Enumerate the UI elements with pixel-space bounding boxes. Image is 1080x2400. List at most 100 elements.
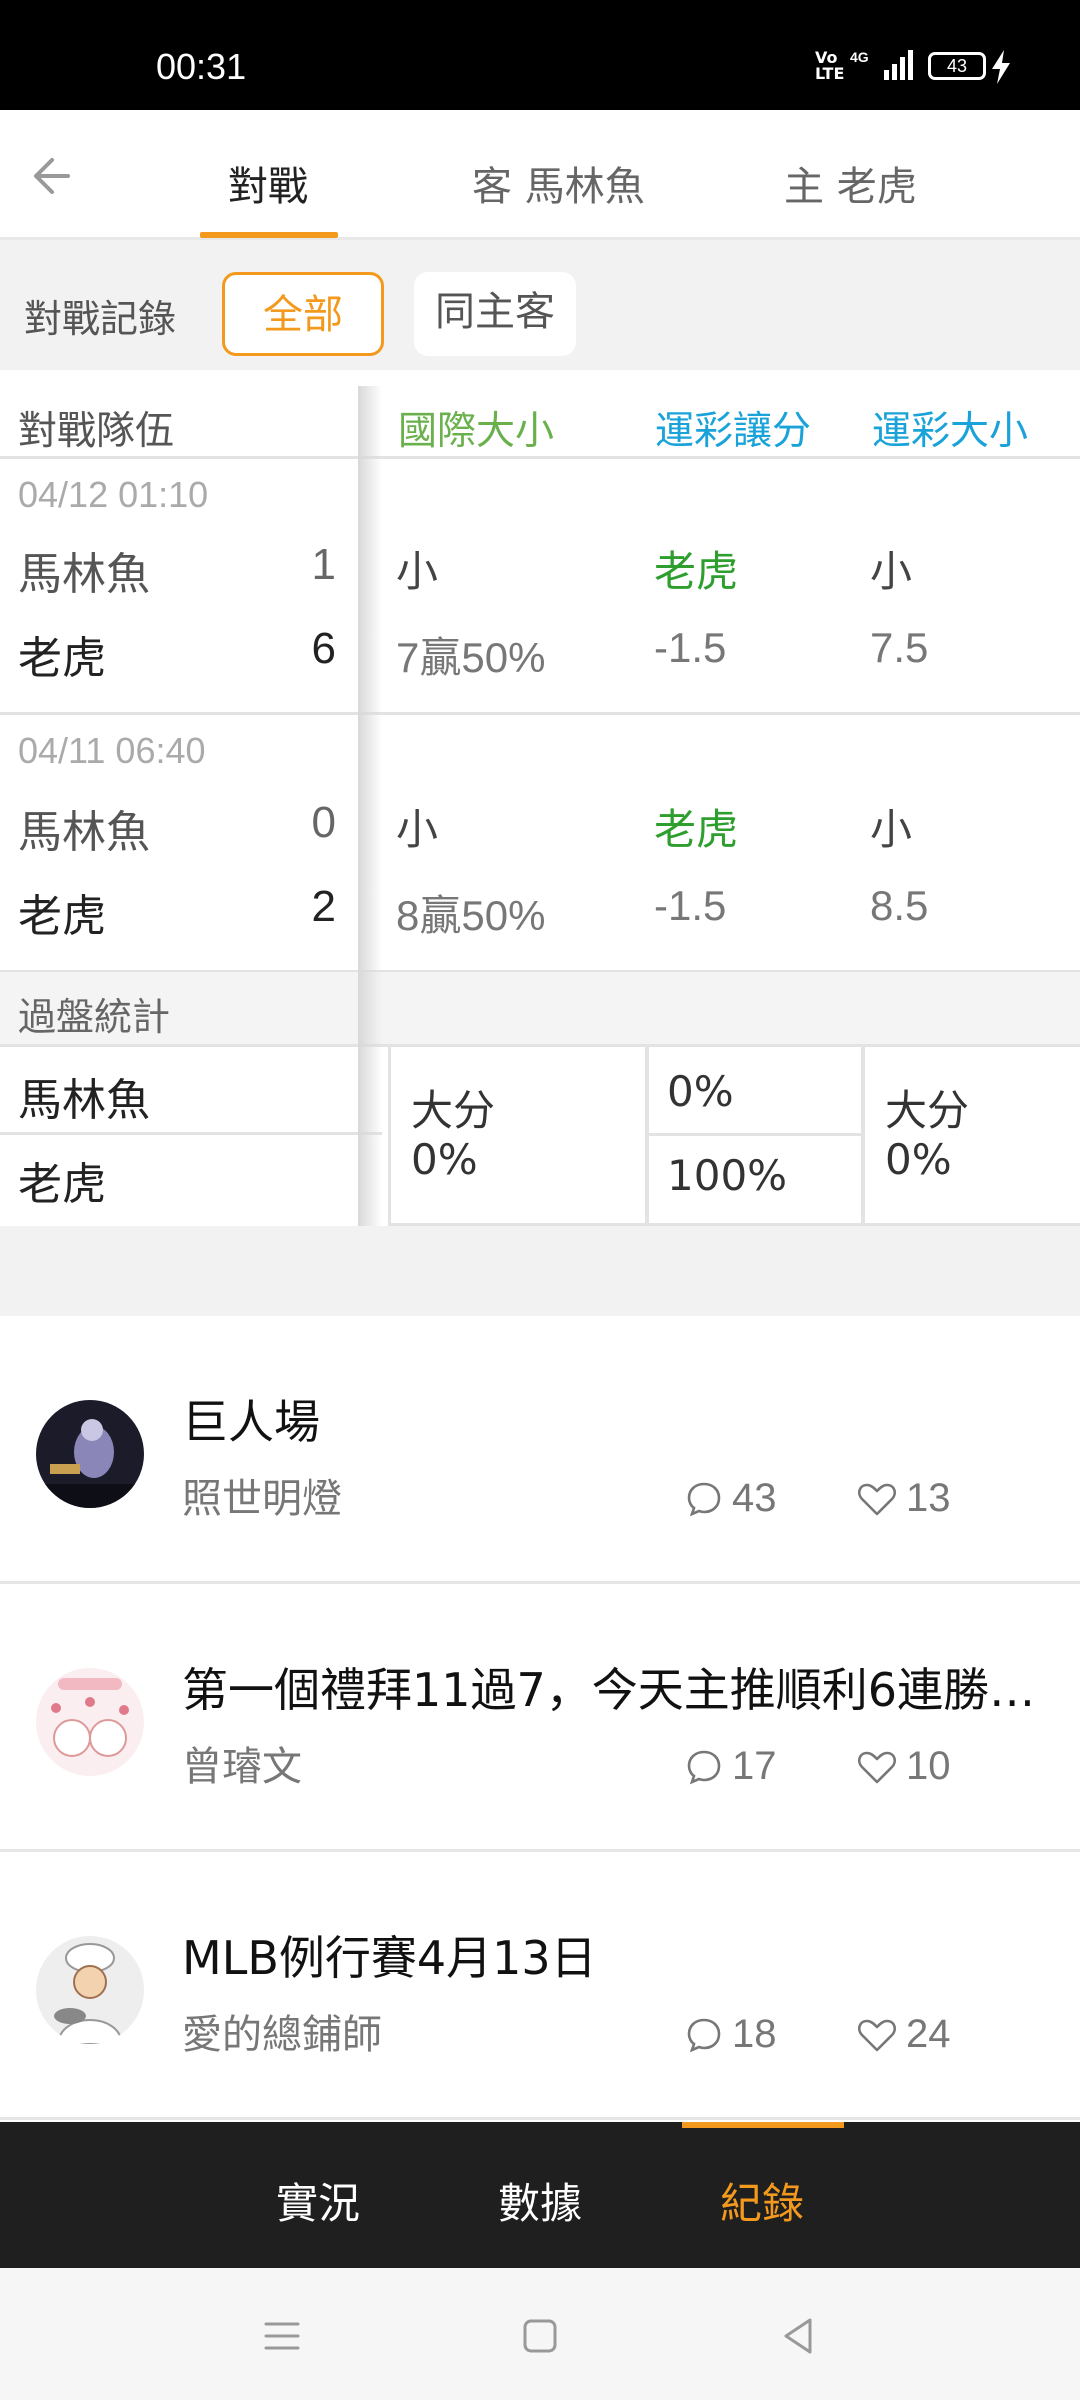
spread-line: -1.5 <box>654 624 727 671</box>
matchup-table: 對戰隊伍 國際大小 運彩讓分 運彩大小 04/12 01:10 馬林魚 1 老虎… <box>0 370 1080 1226</box>
comment-count: 18 <box>684 2012 777 2057</box>
header-team: 對戰隊伍 <box>18 409 175 454</box>
like-count[interactable]: 10 <box>856 1744 951 1789</box>
menu-icon[interactable] <box>258 2312 306 2360</box>
stats-spread-box: 0% 100% <box>646 1044 864 1226</box>
post-author[interactable]: 曾璿文 <box>182 1734 302 1792</box>
away-score: 0 <box>311 798 336 847</box>
back-arrow-icon[interactable] <box>22 150 74 202</box>
spread-line: -1.5 <box>654 882 727 929</box>
home-score: 2 <box>311 882 336 931</box>
filter-same-venue-chip[interactable]: 同主客 <box>414 272 576 356</box>
post-title[interactable]: 巨人場 <box>182 1386 1052 1452</box>
comment-count: 43 <box>684 1476 777 1521</box>
post-title[interactable]: MLB例行賽4月13日 <box>182 1922 1052 1988</box>
stats-home-team: 老虎 <box>18 1159 106 1210</box>
total-result: 小 <box>870 805 913 854</box>
like-count-value: 13 <box>906 1476 951 1520</box>
comment-icon <box>687 2018 721 2052</box>
intl-line: 8贏50% <box>396 892 546 939</box>
active-tab-indicator <box>200 232 338 238</box>
heart-icon <box>857 2019 897 2051</box>
spread-result: 老虎 <box>654 547 739 596</box>
stats-intl-value: 0% <box>411 1135 478 1184</box>
battery-icon: 43 <box>928 52 986 80</box>
comment-count: 17 <box>684 1744 777 1789</box>
stats-intl-box: 大分 0% <box>388 1044 648 1226</box>
like-count-value: 10 <box>906 1744 951 1788</box>
header-sports-spread: 運彩讓分 <box>655 409 812 454</box>
post-item[interactable]: 第一個禮拜11過7，今天主推順利6連勝… 曾璿文 17 10 <box>0 1584 1080 1852</box>
bottom-tab-bar: 實況 數據 紀錄 <box>0 2122 1080 2268</box>
tab-matchup[interactable]: 對戰 <box>228 154 308 212</box>
like-count[interactable]: 24 <box>856 2012 951 2057</box>
intl-line: 7贏50% <box>396 634 546 681</box>
away-team-name: 馬林魚 <box>18 807 150 858</box>
status-bar: 00:31 Vo LTE 4G 43 <box>0 0 1080 110</box>
post-title[interactable]: 第一個禮拜11過7，今天主推順利6連勝… <box>182 1654 1052 1720</box>
avatar[interactable] <box>36 1400 144 1508</box>
stats-title: 過盤統計 <box>18 995 171 1039</box>
header-sports-total: 運彩大小 <box>872 409 1029 454</box>
away-team-name: 馬林魚 <box>18 549 150 600</box>
post-item[interactable]: 巨人場 照世明燈 43 13 <box>0 1316 1080 1584</box>
divider <box>0 456 1080 459</box>
stats-spread-away: 0% <box>667 1067 734 1116</box>
tab-record[interactable]: 紀錄 <box>720 2170 804 2231</box>
charging-icon <box>992 50 1010 84</box>
like-count-value: 24 <box>906 2012 951 2056</box>
tab-data[interactable]: 數據 <box>498 2170 582 2231</box>
away-score: 1 <box>311 540 336 589</box>
stats-section-header: 過盤統計 <box>0 972 1080 1044</box>
filter-all-chip[interactable]: 全部 <box>222 272 384 356</box>
match-date: 04/11 06:40 <box>18 730 206 771</box>
like-count[interactable]: 13 <box>856 1476 951 1521</box>
total-line: 7.5 <box>870 624 929 671</box>
divider <box>0 1132 382 1135</box>
total-result: 小 <box>870 547 913 596</box>
header-intl-total: 國際大小 <box>398 409 555 454</box>
system-nav-bar <box>0 2268 1080 2400</box>
tab-away-team[interactable]: 客 馬林魚 <box>472 154 645 212</box>
stats-spread-home: 100% <box>667 1151 788 1200</box>
filter-row: 對戰記錄 全部 同主客 <box>0 240 1080 370</box>
heart-icon <box>857 1483 897 1515</box>
home-icon[interactable] <box>516 2312 564 2360</box>
stats-away-team: 馬林魚 <box>18 1075 150 1126</box>
intl-result: 小 <box>396 547 439 596</box>
tab-live[interactable]: 實況 <box>276 2170 360 2231</box>
home-score: 6 <box>311 624 336 673</box>
comment-icon <box>687 1482 721 1516</box>
tab-home-team[interactable]: 主 老虎 <box>784 154 917 212</box>
stats-total-value: 0% <box>885 1135 952 1184</box>
active-tab-indicator <box>682 2122 844 2128</box>
stats-total-box: 大分 0% <box>862 1044 1080 1226</box>
home-team-name: 老虎 <box>18 633 106 684</box>
heart-icon <box>857 1751 897 1783</box>
comment-count-value: 17 <box>732 1744 777 1788</box>
divider <box>0 712 1080 715</box>
post-author[interactable]: 照世明燈 <box>182 1466 342 1524</box>
section-spacer <box>0 1226 1080 1316</box>
stats-total-label: 大分 <box>885 1086 970 1135</box>
spread-result: 老虎 <box>654 805 739 854</box>
intl-result: 小 <box>396 805 439 854</box>
comment-count-value: 43 <box>732 1476 777 1520</box>
sticky-column-shadow <box>358 386 382 1226</box>
top-nav: 對戰 客 馬林魚 主 老虎 <box>0 110 1080 240</box>
divider <box>649 1133 861 1136</box>
avatar[interactable] <box>36 1936 144 2044</box>
filter-label: 對戰記錄 <box>24 297 177 341</box>
volte-icon: Vo LTE <box>815 48 845 83</box>
comment-count-value: 18 <box>732 2012 777 2056</box>
post-author[interactable]: 愛的總鋪師 <box>182 2002 382 2060</box>
stats-intl-label: 大分 <box>411 1086 496 1135</box>
match-date: 04/12 01:10 <box>18 474 209 515</box>
avatar[interactable] <box>36 1668 144 1776</box>
back-icon[interactable] <box>774 2312 822 2360</box>
signal-icon: 4G <box>850 49 913 80</box>
total-line: 8.5 <box>870 882 929 929</box>
network-type-label: 4G <box>850 49 869 65</box>
home-team-name: 老虎 <box>18 891 106 942</box>
post-item[interactable]: MLB例行賽4月13日 愛的總鋪師 18 24 <box>0 1852 1080 2120</box>
